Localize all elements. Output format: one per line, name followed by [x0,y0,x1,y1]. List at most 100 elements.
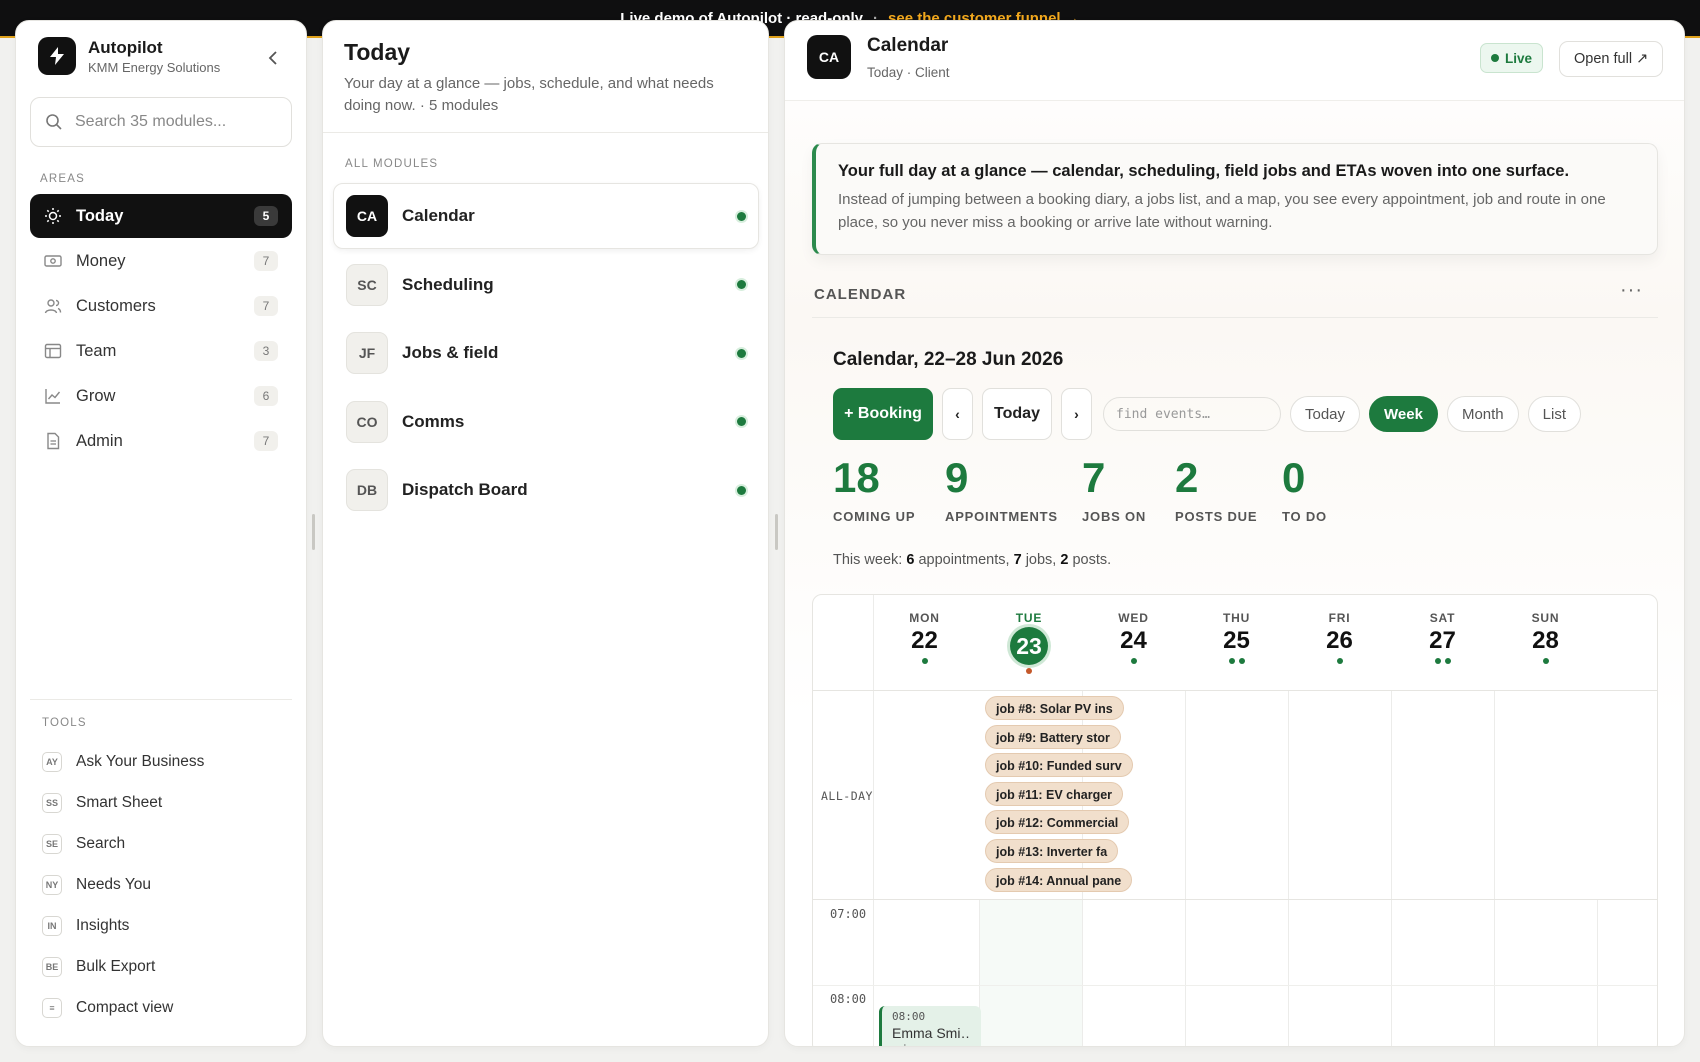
sidebar-item-money[interactable]: Money 7 [30,239,292,283]
next-week-button[interactable]: › [1061,388,1092,440]
count-badge: 7 [254,296,278,316]
sidebar-item-label: Today [76,206,124,225]
module-item-comms[interactable]: CO Comms [333,389,759,455]
users-icon [44,297,62,315]
time-label: 07:00 [830,907,867,921]
more-options-icon[interactable]: ··· [1620,279,1643,302]
add-booking-button[interactable]: + Booking [833,388,933,440]
tool-compact-view[interactable]: ≡ Compact view [30,987,292,1028]
tool-label: Search [76,834,126,852]
day-name: THU [1222,611,1251,625]
stat-appointments: 9 APPOINTMENTS [945,457,1082,525]
view-week-button[interactable]: Week [1369,396,1438,432]
live-dot-icon [1491,54,1499,62]
chevron-left-icon[interactable] [268,49,278,70]
day-header-thu[interactable]: THU 25 [1185,595,1288,690]
all-day-event-chip[interactable]: job #10: Funded surv [985,753,1133,778]
sidebar-item-grow[interactable]: Grow 6 [30,374,292,418]
open-full-button[interactable]: Open full ↗ [1559,41,1664,77]
live-label: Live [1505,50,1533,66]
tool-label: Needs You [76,875,151,893]
sidebar-item-label: Team [76,341,117,360]
grid-line [1597,899,1598,1046]
tool-abbr-icon: AY [42,751,62,772]
tool-insights[interactable]: IN Insights [30,905,292,946]
stat-label: COMING UP [833,509,916,524]
tool-abbr-icon: SS [42,792,62,813]
module-code-icon: CA [807,35,851,79]
all-day-event-chip[interactable]: job #9: Battery stor [985,724,1121,749]
summary-jobs-word: jobs, [1025,552,1057,568]
brand[interactable]: Autopilot KMM Energy Solutions [38,37,220,75]
table-icon [44,342,62,360]
day-header-mon[interactable]: MON 22 [873,595,976,690]
day-header-sun[interactable]: SUN 28 [1494,595,1597,690]
go-today-button[interactable]: Today [982,388,1052,440]
day-header-fri[interactable]: FRI 26 [1288,595,1391,690]
grid-line [813,985,1657,986]
find-events-input[interactable]: find events… [1103,397,1281,431]
sidebar-resize-handle[interactable] [312,514,315,550]
tool-abbr-icon: SE [42,833,62,854]
tool-ask-your-business[interactable]: AY Ask Your Business [30,741,292,782]
all-day-event-chip[interactable]: job #8: Solar PV ins [985,696,1124,720]
event-dots [873,658,976,664]
stats-row: 18 COMING UP 9 APPOINTMENTS 7 JOBS ON 2 POST… [833,457,1362,525]
module-item-calendar[interactable]: CA Calendar [333,183,759,249]
sidebar-item-label: Admin [76,431,123,450]
sidebar-item-team[interactable]: Team 3 [30,329,292,373]
all-day-event-chip[interactable]: job #12: Commercial [985,810,1130,835]
module-item-scheduling[interactable]: SC Scheduling [333,252,759,318]
cash-icon [44,252,62,270]
brand-name: Autopilot [88,37,163,57]
event-name: Emma Smi… [892,1025,971,1041]
tool-search[interactable]: SE Search [30,823,292,864]
tool-needs-you[interactable]: NY Needs You [30,864,292,905]
info-callout: Your full day at a glance — calendar, sc… [812,143,1658,255]
lightning-logo-icon [38,37,76,75]
week-calendar-grid: MON 22 TUE 23 WED 24 THU 25 FRI 26 SAT 27 SUN 2… [812,594,1658,1046]
tool-bulk-export[interactable]: BE Bulk Export [30,946,292,987]
sidebar-item-customers[interactable]: Customers 7 [30,284,292,328]
view-list-button[interactable]: List [1527,396,1581,432]
module-search-input[interactable]: Search 35 modules... [30,97,292,147]
day-header-tue[interactable]: TUE 23 [976,595,1082,690]
module-name: Jobs & field [402,343,499,362]
list-icon: ≡ [42,997,62,1018]
day-header-wed[interactable]: WED 24 [1082,595,1185,690]
all-day-event-chip[interactable]: job #13: Inverter fa [985,838,1119,863]
document-icon [44,432,62,450]
grid-line [1391,690,1392,1046]
sidebar-item-label: Grow [76,386,116,405]
summary-prefix: This week: [833,552,903,568]
status-dot-icon [737,348,746,358]
sidebar-item-admin[interactable]: Admin 7 [30,419,292,463]
view-month-button[interactable]: Month [1446,396,1519,432]
all-day-event-chip[interactable]: job #11: EV charger [985,781,1124,806]
prev-week-button[interactable]: ‹ [942,388,973,440]
stat-to-do: 0 TO DO [1282,457,1362,525]
callout-title: Your full day at a glance — calendar, sc… [838,162,1570,180]
event-dots [1185,658,1288,664]
module-item-dispatch-board[interactable]: DB Dispatch Board [333,457,759,523]
count-badge: 3 [254,341,278,361]
event-dots [1082,658,1185,664]
count-badge: 7 [254,431,278,451]
today-column-shade [979,899,1082,1046]
tool-label: Insights [76,916,130,934]
day-header-sat[interactable]: SAT 27 [1391,595,1494,690]
module-item-jobs-field[interactable]: JF Jobs & field [333,320,759,386]
areas-nav: Today 5 Money 7 Customers 7 Team 3 Grow … [30,194,292,464]
sidebar-item-today[interactable]: Today 5 [30,194,292,238]
calendar-event[interactable]: 08:00 Emma Smi… solar survey [879,1006,981,1046]
modules-resize-handle[interactable] [775,514,778,550]
detail-subtitle: Today · Client [867,65,950,80]
tool-smart-sheet[interactable]: SS Smart Sheet [30,782,292,823]
event-time: 08:00 [892,1010,926,1023]
page-description: Your day at a glance — jobs, schedule, a… [344,75,714,114]
day-name: SUN [1531,611,1560,625]
view-today-button[interactable]: Today [1290,396,1361,432]
stat-jobs-on: 7 JOBS ON [1082,457,1175,525]
stat-coming-up: 18 COMING UP [833,457,945,525]
all-day-event-chip[interactable]: job #14: Annual pane [985,867,1133,892]
